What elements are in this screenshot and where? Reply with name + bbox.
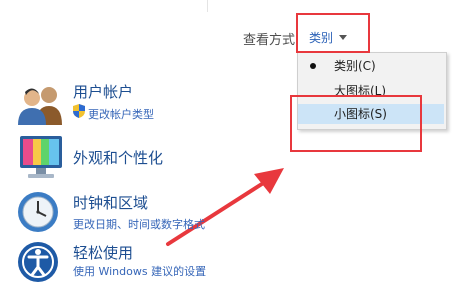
ease-of-access-icon [18, 242, 58, 282]
divider [207, 0, 208, 12]
monitor-icon [20, 136, 62, 178]
link-change-date-time-format[interactable]: 更改日期、时间或数字格式 [73, 216, 205, 232]
menu-item-label: 类别(C) [334, 59, 376, 73]
link-change-account-type[interactable]: 更改帐户类型 [88, 106, 154, 122]
annotation-box-small-icons [290, 95, 422, 152]
menu-item-category[interactable]: 类别(C) [298, 56, 444, 76]
selected-bullet-icon [310, 63, 316, 69]
clock-globe-icon [18, 192, 58, 232]
annotation-box-dropdown [296, 13, 370, 53]
users-icon [18, 87, 62, 125]
category-title-clock-region[interactable]: 时钟和区域 [73, 192, 148, 213]
annotation-arrow-icon [166, 168, 284, 246]
view-by-label: 查看方式 [243, 33, 296, 48]
link-use-recommended-settings[interactable]: 使用 Windows 建议的设置 [73, 263, 206, 279]
category-title-user-accounts[interactable]: 用户帐户 [73, 81, 133, 102]
shield-icon [73, 104, 85, 118]
category-title-ease-of-access[interactable]: 轻松使用 [73, 242, 133, 263]
category-title-appearance[interactable]: 外观和个性化 [73, 147, 163, 168]
